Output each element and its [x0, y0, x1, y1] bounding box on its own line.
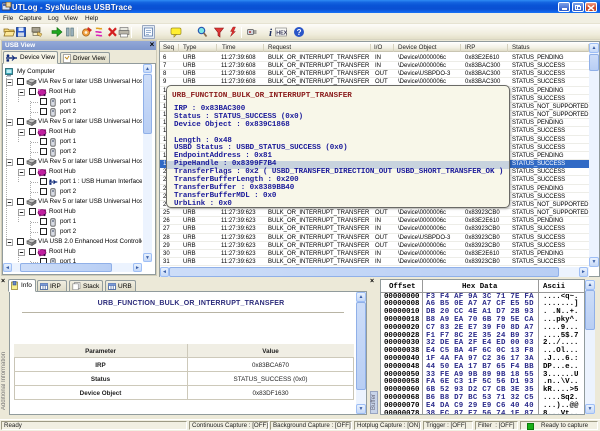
svg-text:?: ? — [297, 28, 302, 37]
svg-text:HEX: HEX — [276, 30, 287, 36]
svg-text:i: i — [269, 27, 273, 38]
